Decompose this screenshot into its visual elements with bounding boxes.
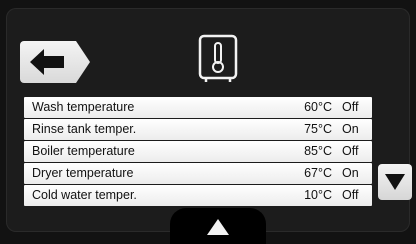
row-label: Wash temperature (32, 100, 135, 115)
triangle-down-icon (385, 174, 405, 190)
row-state: Off (342, 100, 359, 115)
table-row[interactable]: Cold water temper. 10°C Off (24, 185, 372, 206)
row-state: Off (342, 188, 359, 203)
row-value: 60°C (304, 100, 332, 115)
thermometer-icon (196, 34, 240, 84)
row-value: 85°C (304, 144, 332, 159)
row-label: Dryer temperature (32, 166, 134, 181)
back-button[interactable] (20, 41, 90, 83)
scroll-down-button[interactable] (378, 164, 412, 200)
row-value: 10°C (304, 188, 332, 203)
table-row[interactable]: Wash temperature 60°C Off (24, 97, 372, 118)
row-label: Boiler temperature (32, 144, 135, 159)
table-row[interactable]: Rinse tank temper. 75°C On (24, 119, 372, 140)
arrow-left-icon (30, 49, 64, 75)
table-row[interactable]: Boiler temperature 85°C Off (24, 141, 372, 162)
device-screen: Wash temperature 60°C Off Rinse tank tem… (0, 0, 416, 244)
scroll-up-button[interactable] (170, 208, 266, 244)
temperature-table: Wash temperature 60°C Off Rinse tank tem… (24, 97, 372, 207)
row-state: On (342, 166, 359, 181)
row-value: 67°C (304, 166, 332, 181)
row-state: Off (342, 144, 359, 159)
row-label: Rinse tank temper. (32, 122, 137, 137)
triangle-up-icon (207, 219, 229, 235)
table-row[interactable]: Dryer temperature 67°C On (24, 163, 372, 184)
row-value: 75°C (304, 122, 332, 137)
row-label: Cold water temper. (32, 188, 137, 203)
row-state: On (342, 122, 359, 137)
